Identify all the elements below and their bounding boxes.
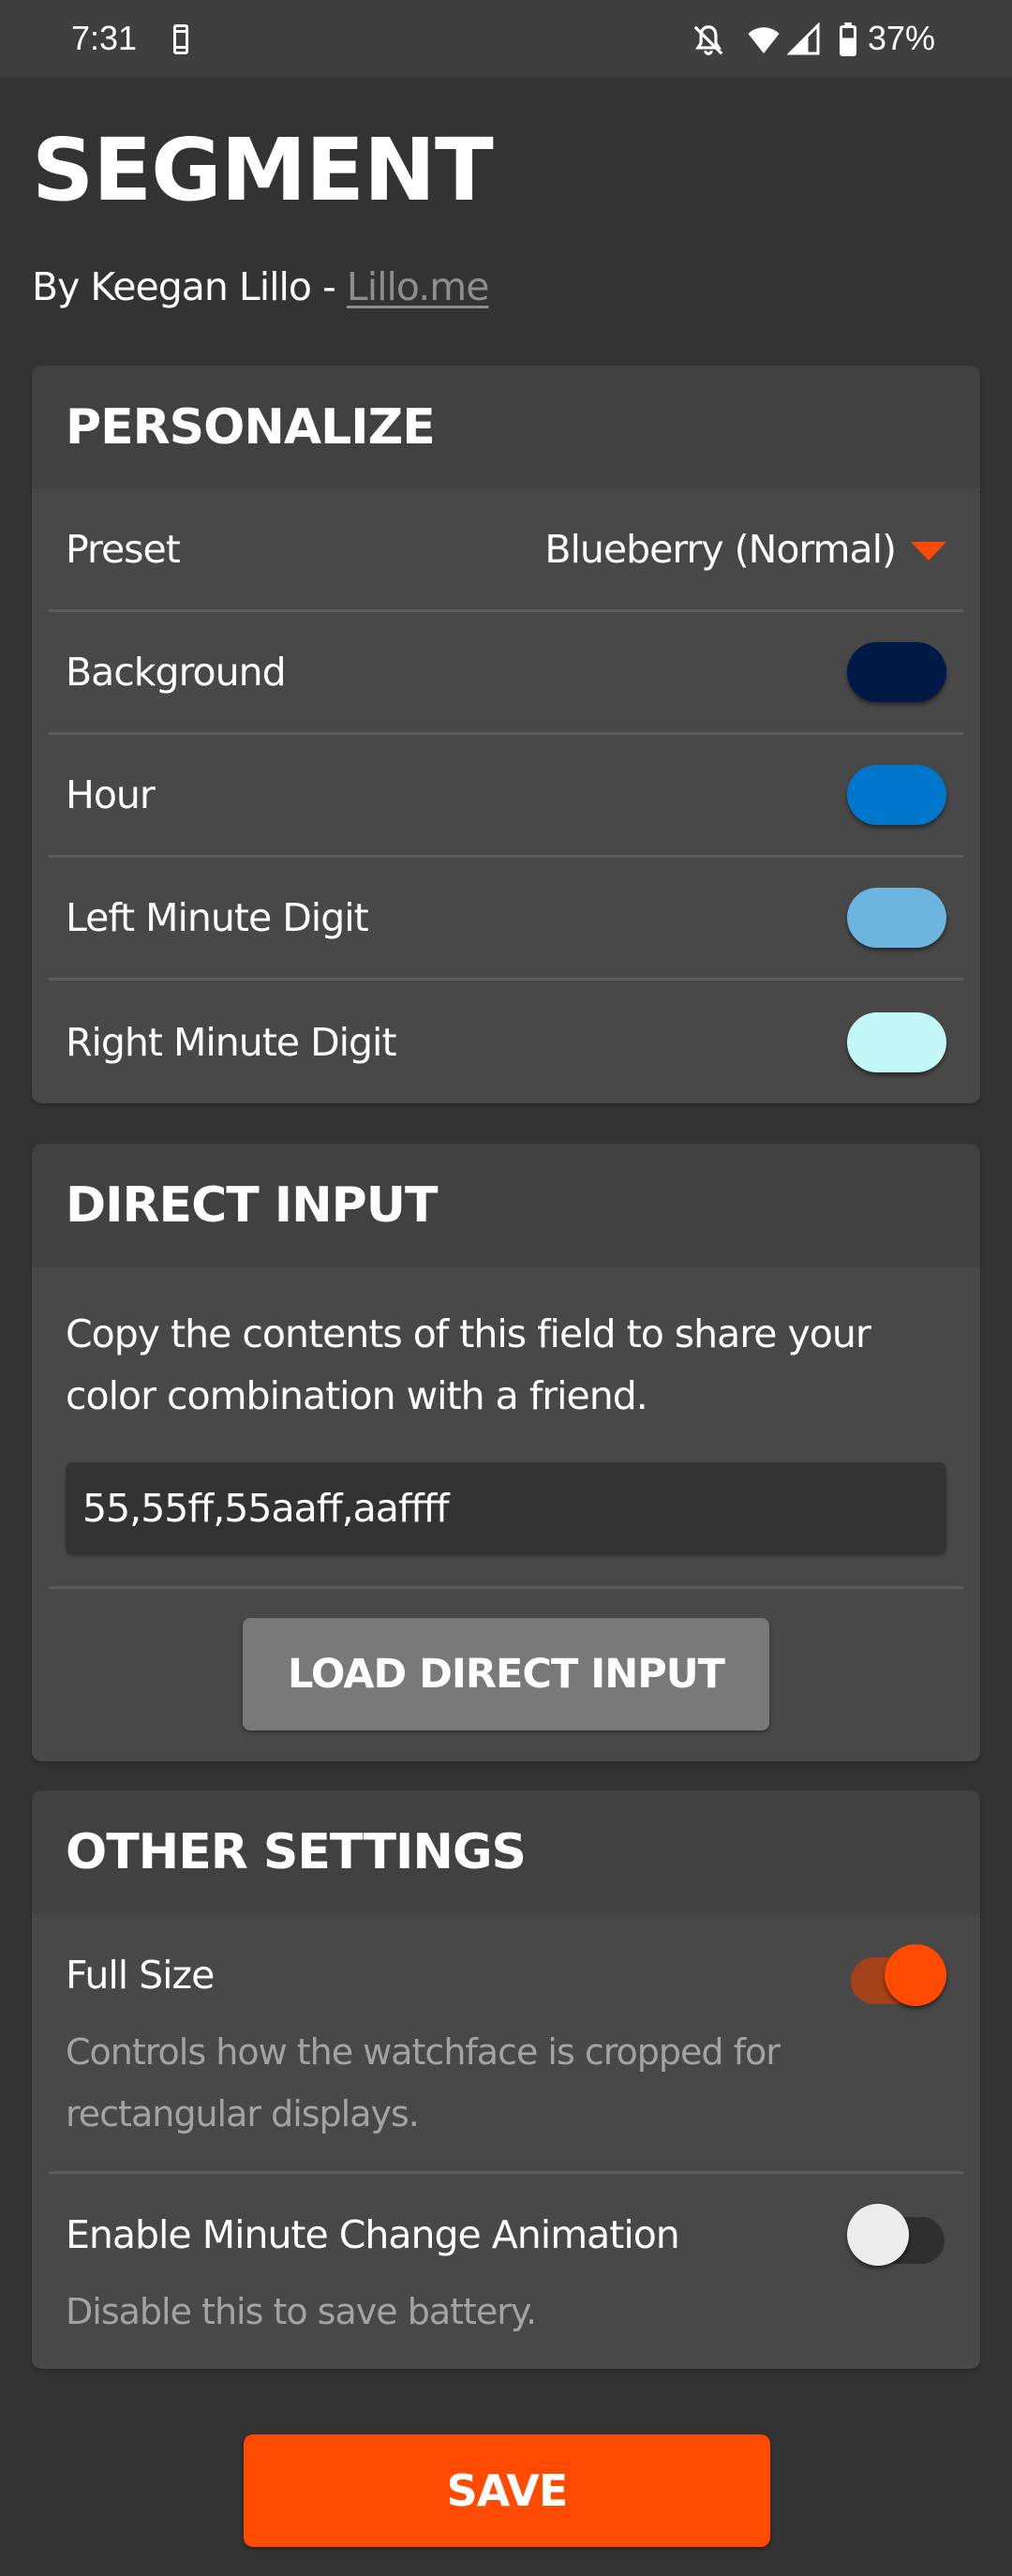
color-row-background[interactable]: Background: [49, 612, 963, 735]
direct-input-title: DIRECT INPUT: [66, 1177, 438, 1234]
setting-minute-animation: Enable Minute Change Animation Disable t…: [49, 2174, 963, 2369]
personalize-card: PERSONALIZE Preset Blueberry (Normal) Ba…: [32, 366, 980, 1103]
preset-selected: Blueberry (Normal): [544, 527, 897, 572]
color-label: Right Minute Digit: [66, 1019, 397, 1065]
direct-input-field[interactable]: 55,55ff,55aaff,aaffff: [66, 1462, 946, 1554]
toggle-thumb: [847, 2204, 909, 2266]
personalize-header: PERSONALIZE: [32, 366, 980, 489]
preset-dropdown[interactable]: Preset Blueberry (Normal): [49, 489, 963, 612]
byline: By Keegan Lillo - Lillo.me: [32, 264, 490, 309]
background-color-swatch[interactable]: [847, 642, 946, 702]
color-row-right-minute[interactable]: Right Minute Digit: [49, 981, 963, 1103]
preset-label: Preset: [66, 527, 181, 572]
preset-value[interactable]: Blueberry (Normal): [544, 527, 946, 572]
setting-hint: Disable this to save battery.: [66, 2291, 537, 2332]
setting-hint: Controls how the watchface is cropped fo…: [66, 2031, 781, 2134]
right-minute-color-swatch[interactable]: [847, 1011, 946, 1072]
minute-animation-toggle[interactable]: [847, 2204, 946, 2266]
battery-icon: [840, 22, 856, 56]
battery-percent: 37%: [868, 19, 936, 57]
direct-input-card: DIRECT INPUT Copy the contents of this f…: [32, 1144, 980, 1761]
direct-input-header: DIRECT INPUT: [32, 1144, 980, 1267]
setting-label: Full Size: [66, 1953, 215, 1998]
color-row-left-minute[interactable]: Left Minute Digit: [49, 858, 963, 981]
bell-off-icon: [693, 25, 723, 55]
byline-author: By Keegan Lillo -: [32, 264, 347, 309]
toggle-thumb: [885, 1944, 946, 2006]
color-label: Hour: [66, 772, 156, 817]
status-time: 7:31: [71, 19, 138, 57]
color-row-hour[interactable]: Hour: [49, 735, 963, 858]
save-button[interactable]: SAVE: [244, 2434, 770, 2547]
setting-full-size: Full Size Controls how the watchface is …: [49, 1914, 963, 2174]
full-size-toggle[interactable]: [847, 1944, 946, 2006]
direct-input-description: Copy the contents of this field to share…: [66, 1311, 871, 1418]
author-website-link[interactable]: Lillo.me: [347, 264, 490, 309]
phone-icon: [173, 24, 188, 54]
app-title: SEGMENT: [32, 120, 494, 220]
other-settings-header: OTHER SETTINGS: [32, 1790, 980, 1914]
signal-icon: [787, 22, 820, 55]
other-settings-card: OTHER SETTINGS Full Size Controls how th…: [32, 1790, 980, 2369]
setting-label: Enable Minute Change Animation: [66, 2212, 680, 2257]
load-direct-input-button[interactable]: LOAD DIRECT INPUT: [243, 1618, 769, 1730]
color-label: Left Minute Digit: [66, 895, 369, 940]
other-settings-title: OTHER SETTINGS: [66, 1824, 527, 1880]
left-minute-color-swatch[interactable]: [847, 888, 946, 948]
color-label: Background: [66, 650, 287, 695]
personalize-title: PERSONALIZE: [66, 399, 436, 456]
hour-color-swatch[interactable]: [847, 765, 946, 825]
status-bar: 7:31 37%: [0, 0, 1012, 77]
wifi-icon: [748, 27, 780, 53]
dropdown-arrow-icon: [911, 542, 946, 561]
